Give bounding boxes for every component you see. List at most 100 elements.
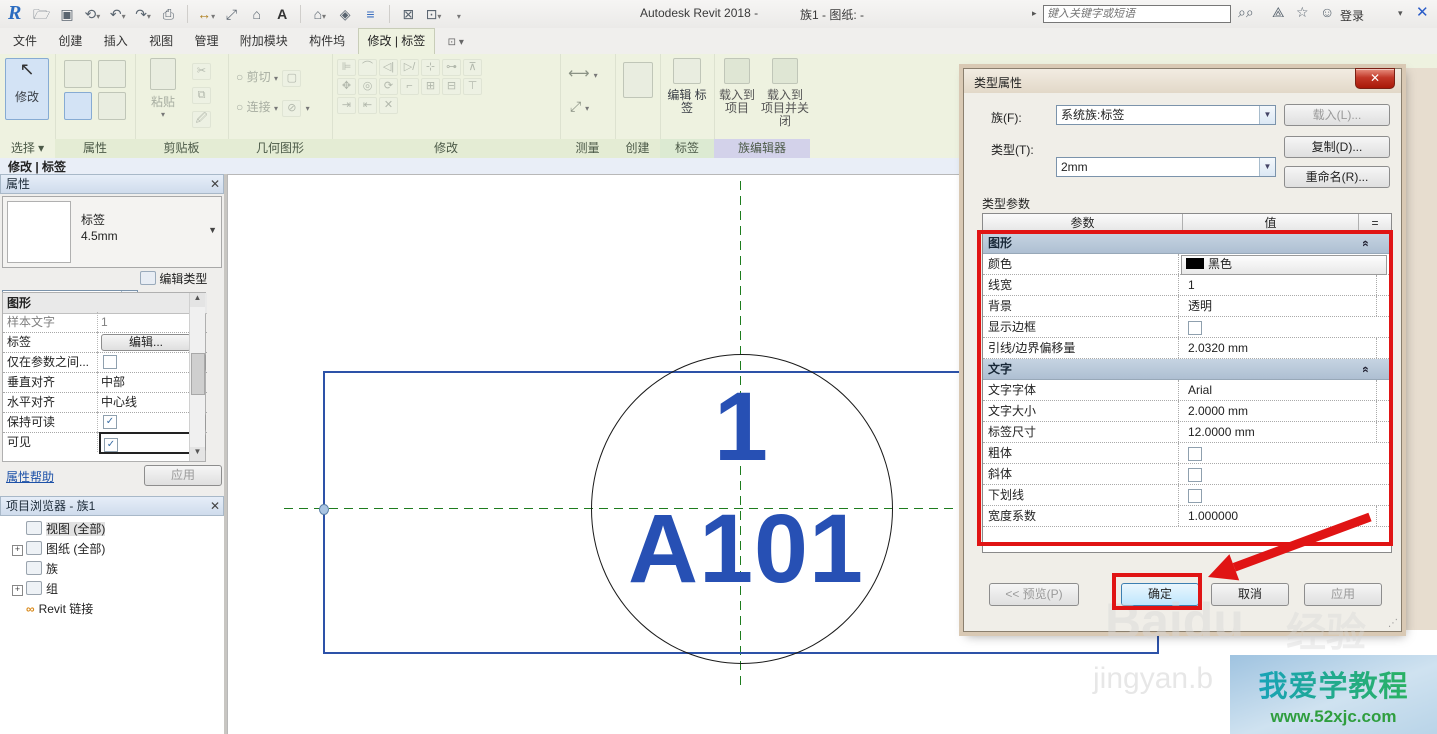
join-geometry-item[interactable]: ○ 连接 ▾ ⊘ ▾ xyxy=(236,98,310,118)
exchange-apps-icon[interactable]: ✕ xyxy=(1416,3,1429,21)
tag-icon[interactable]: ⌂ xyxy=(247,4,267,24)
expand-icon[interactable]: + xyxy=(12,545,23,556)
tree-item-revit-links[interactable]: ∞Revit 链接 xyxy=(26,600,93,618)
search-icon[interactable]: ⌕⌕ xyxy=(1238,4,1254,21)
family-types-icon[interactable] xyxy=(64,60,92,88)
tree-item-sheets[interactable]: +图纸 (全部) xyxy=(12,540,105,558)
search-input[interactable] xyxy=(1043,5,1231,23)
modify-button[interactable]: ↖ 修改 xyxy=(5,58,49,120)
scrollbar[interactable]: ▲ ▼ xyxy=(189,293,205,461)
properties-palette-icon[interactable] xyxy=(64,92,92,120)
tab-view[interactable]: 视图 xyxy=(140,29,182,54)
rename-button[interactable]: 重命名(R)... xyxy=(1284,166,1390,188)
panel-label-select[interactable]: 选择 ▾ xyxy=(0,139,55,158)
tree-item-families[interactable]: 族 xyxy=(26,560,58,578)
subscription-icon[interactable]: ⟁ xyxy=(1272,4,1285,21)
infocenter-expand-icon[interactable]: ▸ xyxy=(1032,8,1037,19)
rotate-icon[interactable]: ⟳ xyxy=(379,78,398,95)
panel-label-measure[interactable]: 测量 xyxy=(560,139,615,158)
close-hidden-windows-icon[interactable]: ⊠ xyxy=(398,4,418,24)
open-icon[interactable]: 🗁 xyxy=(32,4,52,24)
array-icon[interactable]: ⊞ xyxy=(421,78,440,95)
tab-modify-tag[interactable]: 修改 | 标签 xyxy=(358,28,436,54)
checkbox-visible[interactable]: ✓ xyxy=(104,438,118,452)
cut-geometry-item[interactable]: ○ 剪切 ▾ ▢ xyxy=(236,68,302,88)
panel-label-geometry[interactable]: 几何图形 xyxy=(228,139,332,158)
delete-icon[interactable]: ✕ xyxy=(379,97,398,114)
create-group-icon[interactable] xyxy=(623,62,653,98)
unpin-icon[interactable]: ⊼ xyxy=(463,59,482,76)
copy-modify-icon[interactable]: ◎ xyxy=(358,78,377,95)
panel-label-tag[interactable]: 标签 xyxy=(660,139,714,158)
cope-icon[interactable]: ▢ xyxy=(282,70,301,87)
match-properties-icon[interactable]: 🖉 xyxy=(192,111,211,128)
detail-number-text[interactable]: 1 xyxy=(641,371,841,483)
pin-icon[interactable]: ⊤ xyxy=(463,78,482,95)
family-combo[interactable]: 系统族:标签▼ xyxy=(1056,105,1276,125)
panel-label-create[interactable]: 创建 xyxy=(615,139,660,158)
revit-logo-icon[interactable]: R xyxy=(8,2,21,25)
properties-palette-header[interactable]: 属性 ✕ xyxy=(0,174,224,194)
tab-create[interactable]: 创建 xyxy=(49,29,91,54)
paste-button[interactable]: 粘贴▾ xyxy=(145,58,181,130)
preview-button[interactable]: << 预览(P) xyxy=(989,583,1079,606)
section-graphics[interactable]: 图形 « xyxy=(3,293,207,314)
connectors-icon[interactable] xyxy=(98,92,126,120)
tab-manage[interactable]: 管理 xyxy=(185,29,227,54)
copy-icon[interactable]: ⧉ xyxy=(192,87,211,104)
cut-icon[interactable]: ✂ xyxy=(192,63,211,80)
edit-label-button[interactable]: 编辑... xyxy=(101,334,191,351)
tab-file[interactable]: 文件 xyxy=(4,29,46,54)
chevron-down-icon[interactable]: ▼ xyxy=(208,225,217,235)
family-category-icon[interactable] xyxy=(98,60,126,88)
scale-icon[interactable]: ⊟ xyxy=(442,78,461,95)
scroll-thumb[interactable] xyxy=(191,353,205,395)
ribbon-state-toggle-icon[interactable]: ⊡ ▾ xyxy=(439,30,473,55)
customize-qat-icon[interactable]: ▾ xyxy=(449,4,469,24)
thin-lines-icon[interactable]: ≡ xyxy=(361,4,381,24)
sheet-number-text[interactable]: A101 xyxy=(591,493,901,605)
print-icon[interactable]: ⎙ xyxy=(158,4,178,24)
titlebar-caret-icon[interactable]: ▾ xyxy=(1398,8,1403,19)
scroll-down-icon[interactable]: ▼ xyxy=(190,447,205,461)
apply-button[interactable]: 应用 xyxy=(144,465,222,486)
measure-icon[interactable]: ↔▾ xyxy=(196,4,216,24)
panel-label-clipboard[interactable]: 剪贴板 xyxy=(135,139,228,158)
tree-item-views[interactable]: 视图 (全部) xyxy=(26,520,105,538)
checkbox-between-params[interactable] xyxy=(103,355,117,369)
offset-icon[interactable]: ⌒ xyxy=(358,59,377,76)
sync-icon[interactable]: ⟲▾ xyxy=(82,4,102,24)
scroll-up-icon[interactable]: ▲ xyxy=(190,293,205,307)
tab-addins[interactable]: 附加模块 xyxy=(231,29,297,54)
trim-extend-icon[interactable]: ⇥ xyxy=(337,97,356,114)
mirror-axis-icon[interactable]: ◁| xyxy=(379,59,398,76)
dialog-close-button[interactable]: ✕ xyxy=(1355,68,1395,89)
redo-icon[interactable]: ↷▾ xyxy=(133,4,153,24)
edit-type-button[interactable]: 编辑类型 xyxy=(140,269,224,289)
aligned-dimension-icon[interactable]: ⤢ xyxy=(221,4,241,24)
load-into-project-close-button[interactable]: 载入到 项目并关闭 xyxy=(760,58,810,130)
section-icon[interactable]: ◈ xyxy=(335,4,355,24)
expand-icon[interactable]: + xyxy=(12,585,23,596)
sign-in-link[interactable]: 登录 xyxy=(1340,7,1364,24)
resize-grip[interactable]: ⋰ xyxy=(1388,618,1398,629)
mirror-draw-icon[interactable]: ▷/ xyxy=(400,59,419,76)
properties-help-link[interactable]: 属性帮助 xyxy=(6,468,54,485)
close-icon[interactable]: ✕ xyxy=(210,175,220,193)
panel-label-modify[interactable]: 修改 xyxy=(332,139,560,158)
tree-item-groups[interactable]: +组 xyxy=(12,580,58,598)
favorites-star-icon[interactable]: ☆ xyxy=(1296,4,1309,21)
duplicate-button[interactable]: 复制(D)... xyxy=(1284,136,1390,158)
label-drag-handle[interactable] xyxy=(319,504,329,515)
trim-icon[interactable]: ⌐ xyxy=(400,78,419,95)
type-combo[interactable]: 2mm▼ xyxy=(1056,157,1276,177)
user-icon[interactable]: ☺ xyxy=(1320,4,1334,20)
unjoin-icon[interactable]: ⊘ xyxy=(282,100,301,117)
type-selector[interactable]: 标签 4.5mm ▼ xyxy=(2,196,222,268)
switch-windows-icon[interactable]: ⊡▾ xyxy=(424,4,444,24)
load-button[interactable]: 载入(L)... xyxy=(1284,104,1390,126)
split-gap-icon[interactable]: ⊶ xyxy=(442,59,461,76)
split-icon[interactable]: ⊹ xyxy=(421,59,440,76)
tab-dock[interactable]: 构件坞 xyxy=(300,29,354,54)
align-icon[interactable]: ⊫ xyxy=(337,59,356,76)
